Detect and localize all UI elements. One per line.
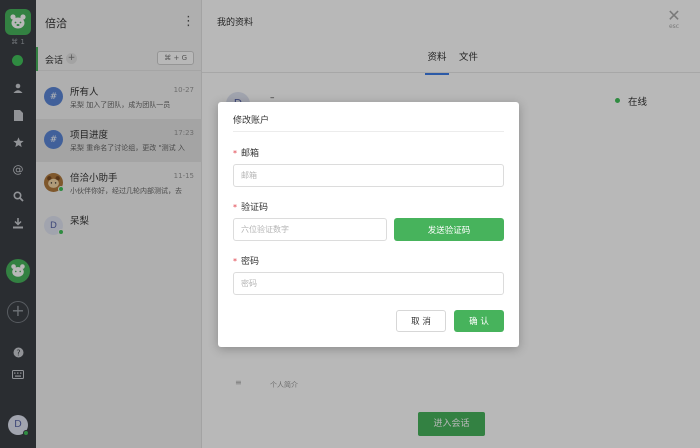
edit-account-dialog: 修改账户 *邮箱 *验证码 发送验证码 *密码 取 消 确 认 — [218, 102, 519, 347]
dialog-divider — [233, 131, 504, 132]
code-label: * 验证码 — [233, 203, 269, 213]
required-mark: * — [233, 203, 237, 212]
required-mark: * — [233, 257, 237, 266]
email-field[interactable] — [233, 164, 504, 187]
dialog-title: 修改账户 — [233, 116, 270, 126]
confirm-button[interactable]: 确 认 — [454, 310, 504, 332]
cancel-button[interactable]: 取 消 — [396, 310, 446, 332]
verification-code-field[interactable] — [233, 218, 387, 241]
password-label: * 密码 — [233, 257, 260, 267]
email-label: * 邮箱 — [233, 149, 260, 159]
required-mark: * — [233, 149, 237, 158]
send-code-button[interactable]: 发送验证码 — [394, 218, 504, 241]
password-field[interactable] — [233, 272, 504, 295]
